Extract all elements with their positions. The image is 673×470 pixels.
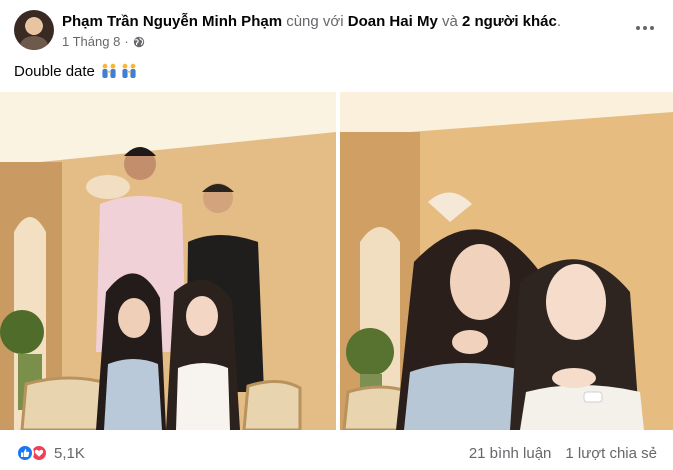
- trailing-period: .: [556, 13, 562, 30]
- author-avatar[interactable]: [14, 10, 54, 50]
- post-header: Phạm Trần Nguyễn Minh Phạm cùng với Doan…: [0, 0, 673, 58]
- shares-count-link[interactable]: 1 lượt chia sẻ: [565, 445, 657, 462]
- with-text: cùng với: [286, 13, 344, 30]
- author-line: Phạm Trần Nguyễn Minh Phạm cùng với Doan…: [62, 13, 561, 31]
- more-options-button[interactable]: [633, 18, 657, 38]
- post-text: Double date: [14, 63, 95, 80]
- tagged-others-link[interactable]: 2 người khác: [462, 13, 557, 30]
- post-photo-2[interactable]: [340, 92, 673, 430]
- post-date-link[interactable]: 1 Tháng 8: [62, 34, 120, 49]
- more-dot-icon: [636, 26, 640, 30]
- photo-grid: [0, 92, 673, 430]
- more-dot-icon: [643, 26, 647, 30]
- and-text: và: [441, 13, 458, 30]
- more-dot-icon: [650, 26, 654, 30]
- author-name-link[interactable]: Phạm Trần Nguyễn Minh Phạm: [62, 13, 282, 30]
- globe-icon[interactable]: [133, 36, 145, 48]
- post-body: Double date: [14, 62, 139, 85]
- engagement-stats: 21 bình luận 1 lượt chia sẻ: [469, 445, 657, 462]
- tagged-person-link[interactable]: Doan Hai My: [348, 13, 438, 30]
- reactions-summary[interactable]: 5,1K: [16, 444, 85, 462]
- comments-count-link[interactable]: 21 bình luận: [469, 445, 552, 462]
- post-footer: 5,1K 21 bình luận 1 lượt chia sẻ: [0, 430, 673, 470]
- like-icon: [16, 444, 34, 462]
- post-meta: 1 Tháng 8 ·: [62, 34, 145, 49]
- post-photo-1[interactable]: [0, 92, 336, 430]
- couple-icon: [101, 63, 139, 85]
- meta-separator: ·: [124, 34, 129, 49]
- reaction-count: 5,1K: [54, 444, 85, 462]
